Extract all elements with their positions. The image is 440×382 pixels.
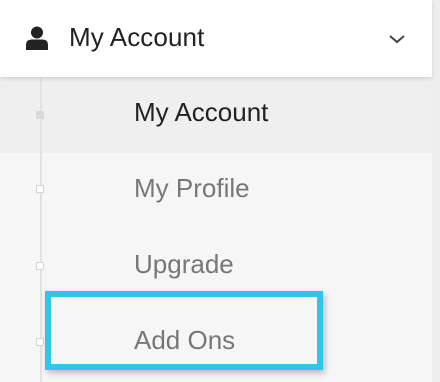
account-menu-header[interactable]: My Account [0,0,432,77]
menu-item-my-account[interactable]: My Account [0,77,432,153]
menu-item-my-profile[interactable]: My Profile [0,153,432,229]
tree-node [36,338,44,346]
header-title: My Account [69,22,205,52]
tree-connector-line [40,77,42,382]
chevron-down-icon[interactable] [388,33,406,45]
sidebar-edge [432,0,440,382]
tree-node [36,185,44,193]
tree-node [36,262,44,270]
menu-item-label: Upgrade [134,249,234,279]
menu-item-label: My Profile [134,173,250,203]
menu-item-label: My Account [134,97,269,127]
menu-item-upgrade[interactable]: Upgrade [0,229,432,305]
user-icon [26,26,48,50]
menu-item-add-ons[interactable]: Add Ons [0,305,432,381]
tree-node [36,111,44,119]
menu-item-label: Add Ons [134,325,236,355]
